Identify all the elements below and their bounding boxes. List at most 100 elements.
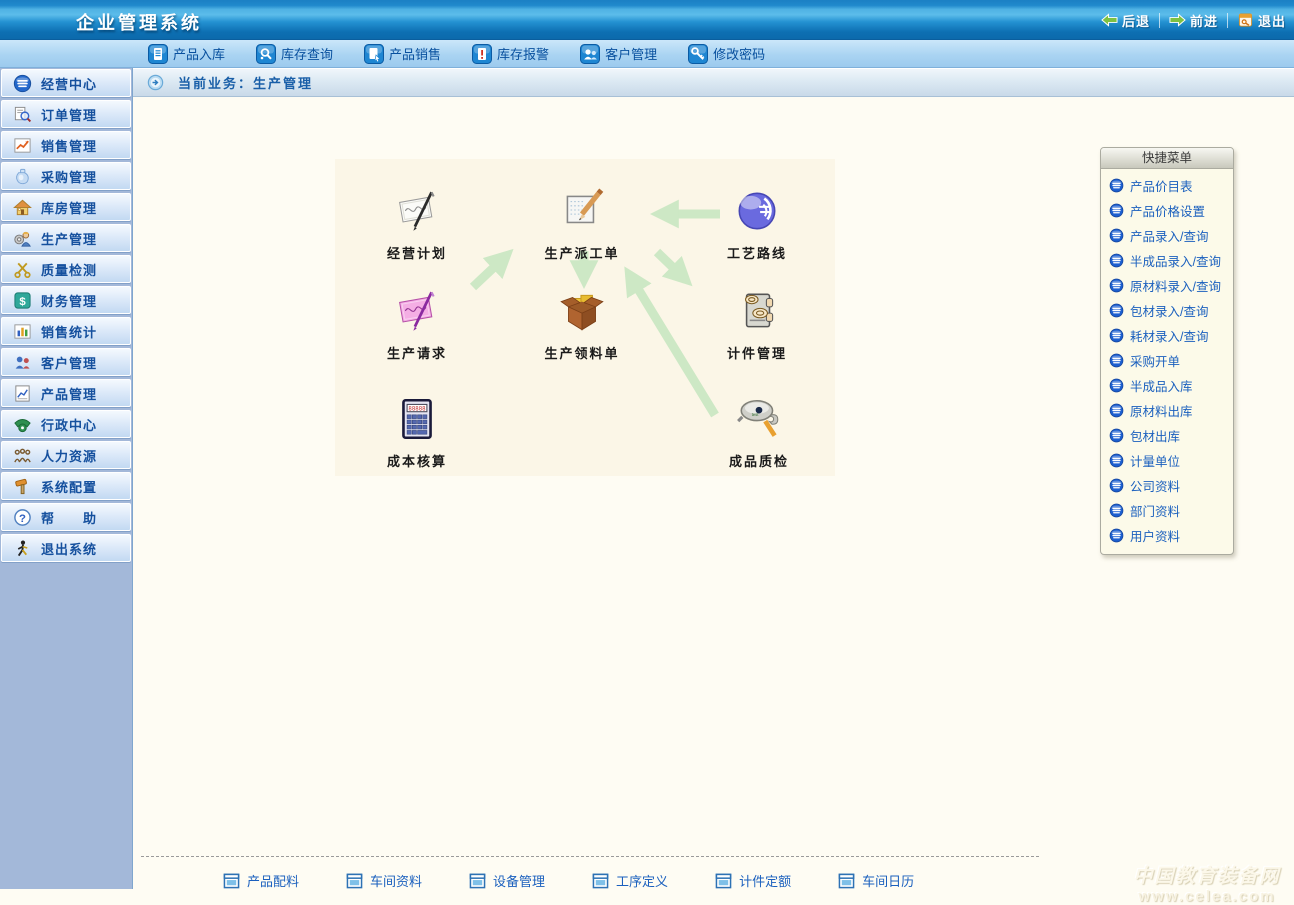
bottom-link[interactable]: 车间日历 [838,871,914,890]
bottom-link[interactable]: 计件定额 [715,871,791,890]
flow-node[interactable]: test成品质检 [694,391,824,470]
toolbar-item[interactable]: 产品销售 [364,44,441,64]
sidebar-item[interactable]: 生产管理 [1,224,131,252]
quick-menu-item[interactable]: 原材料出库 [1101,398,1233,423]
app-window: 企业管理系统 后退前进退出 产品入库库存查询产品销售库存报警客户管理修改密码 经… [0,0,1294,889]
bottom-link-label: 工序定义 [616,871,668,890]
quick-menu-item[interactable]: 计量单位 [1101,448,1233,473]
quality-scissors-icon [13,260,32,279]
open-box-icon [517,283,647,339]
window-icon [592,873,609,889]
bottom-link[interactable]: 设备管理 [469,871,545,890]
toolbar-item[interactable]: 库存查询 [256,44,333,64]
qm-bullet-icon [1109,478,1124,493]
quick-menu-item[interactable]: 半成品录入/查询 [1101,248,1233,273]
quick-menu-item[interactable]: 耗材录入/查询 [1101,323,1233,348]
watermark-site-name: 中国教育装备网 [1123,861,1291,888]
sidebar: 经营中心订单管理销售管理采购管理库房管理生产管理质量检测 $财务管理销售统计客户管… [0,68,133,889]
sidebar-item[interactable]: 行政中心 [1,410,131,438]
quick-menu-item-label: 产品价目表 [1130,176,1193,195]
flow-node[interactable]: 生产派工单 [517,183,647,262]
flow-node[interactable]: 生产领料单 [517,283,647,362]
quick-menu-item-label: 包材录入/查询 [1130,301,1208,320]
flow-node[interactable]: 工艺路线 [692,183,822,262]
sidebar-item-label: 帮 助 [41,508,97,527]
sidebar-item[interactable]: 产品管理 [1,379,131,407]
qm-bullet-icon [1109,403,1124,418]
note-pen-icon [352,183,482,239]
svg-text:test: test [752,412,760,417]
exit-icon [1237,13,1254,27]
toolbar-item-label: 产品销售 [389,44,441,63]
toolbar-item-label: 修改密码 [713,44,765,63]
key-icon [688,44,708,64]
sidebar-item[interactable]: 系统配置 [1,472,131,500]
toolbar-item[interactable]: 库存报警 [472,44,549,64]
quick-menu-item[interactable]: 原材料录入/查询 [1101,273,1233,298]
production-flow-diagram: 经营计划生产派工单工艺路线生产请求生产领料单计件管理 88888成本核算 test成… [335,159,835,476]
sidebar-item[interactable]: 质量检测 [1,255,131,283]
toolbar-item-label: 库存报警 [497,44,549,63]
quick-menu-item[interactable]: 部门资料 [1101,498,1233,523]
flow-node[interactable]: 88888成本核算 [352,391,482,470]
production-worker-icon [13,229,32,248]
sidebar-item[interactable]: 销售管理 [1,131,131,159]
nav-button-forward[interactable]: 前进 [1169,11,1218,30]
note-pen-pink-icon [352,283,482,339]
sidebar-item[interactable]: ?帮 助 [1,503,131,531]
quick-menu-item[interactable]: 用户资料 [1101,523,1233,548]
sidebar-item-label: 销售管理 [41,136,97,155]
quick-menu-title: 快捷菜单 [1101,148,1233,169]
toolbar-item-label: 客户管理 [605,44,657,63]
sidebar-item[interactable]: 销售统计 [1,317,131,345]
quick-menu-item[interactable]: 包材出库 [1101,423,1233,448]
bottom-link[interactable]: 工序定义 [592,871,668,890]
qm-bullet-icon [1109,528,1124,543]
quick-menu-item[interactable]: 包材录入/查询 [1101,298,1233,323]
quick-menu-item[interactable]: 采购开单 [1101,348,1233,373]
quick-menu-item-label: 计量单位 [1130,451,1180,470]
sidebar-item[interactable]: 经营中心 [1,69,131,97]
flow-node-label: 工艺路线 [692,243,822,262]
bottom-link[interactable]: 车间资料 [346,871,422,890]
sidebar-item-label: 质量检测 [41,260,97,279]
watermark: 中国教育装备网 www.celea.com [1123,861,1291,905]
nav-button-exit[interactable]: 退出 [1237,11,1286,30]
exit-person-icon [13,539,32,558]
sidebar-item[interactable]: 客户管理 [1,348,131,376]
toolbar-item-label: 产品入库 [173,44,225,63]
quick-menu-item[interactable]: 公司资料 [1101,473,1233,498]
hr-people-icon [13,446,32,465]
sidebar-item[interactable]: 库房管理 [1,193,131,221]
product-chart-icon [13,384,32,403]
nav-button-back[interactable]: 后退 [1101,11,1150,30]
quick-menu-item[interactable]: 半成品入库 [1101,373,1233,398]
quick-menu-item-label: 包材出库 [1130,426,1180,445]
sidebar-item[interactable]: 人力资源 [1,441,131,469]
toolbar-item[interactable]: 客户管理 [580,44,657,64]
bottom-link[interactable]: 产品配料 [223,871,299,890]
flow-node-label: 计件管理 [692,343,822,362]
worksheet-pencil-icon [517,183,647,239]
flow-node[interactable]: 经营计划 [352,183,482,262]
flow-node[interactable]: 生产请求 [352,283,482,362]
qm-bullet-icon [1109,353,1124,368]
quick-menu-item-label: 原材料出库 [1130,401,1193,420]
qm-bullet-icon [1109,278,1124,293]
sidebar-item[interactable]: 退出系统 [1,534,131,562]
flow-node[interactable]: 计件管理 [692,283,822,362]
calculator-icon: 88888 [352,391,482,447]
sidebar-item[interactable]: 采购管理 [1,162,131,190]
sidebar-item[interactable]: $财务管理 [1,286,131,314]
toolbar-item[interactable]: 修改密码 [688,44,765,64]
history-nav: 后退前进退出 [1101,0,1286,40]
quick-menu-item[interactable]: 产品录入/查询 [1101,223,1233,248]
bottom-link-label: 车间日历 [862,871,914,890]
toolbar-item[interactable]: 产品入库 [148,44,225,64]
sidebar-item[interactable]: 订单管理 [1,100,131,128]
sidebar-item-label: 经营中心 [41,74,97,93]
quick-menu-item[interactable]: 产品价目表 [1101,173,1233,198]
alert-doc-icon [472,44,492,64]
magnifier-wrench-icon: test [694,391,824,447]
quick-menu-item[interactable]: 产品价格设置 [1101,198,1233,223]
